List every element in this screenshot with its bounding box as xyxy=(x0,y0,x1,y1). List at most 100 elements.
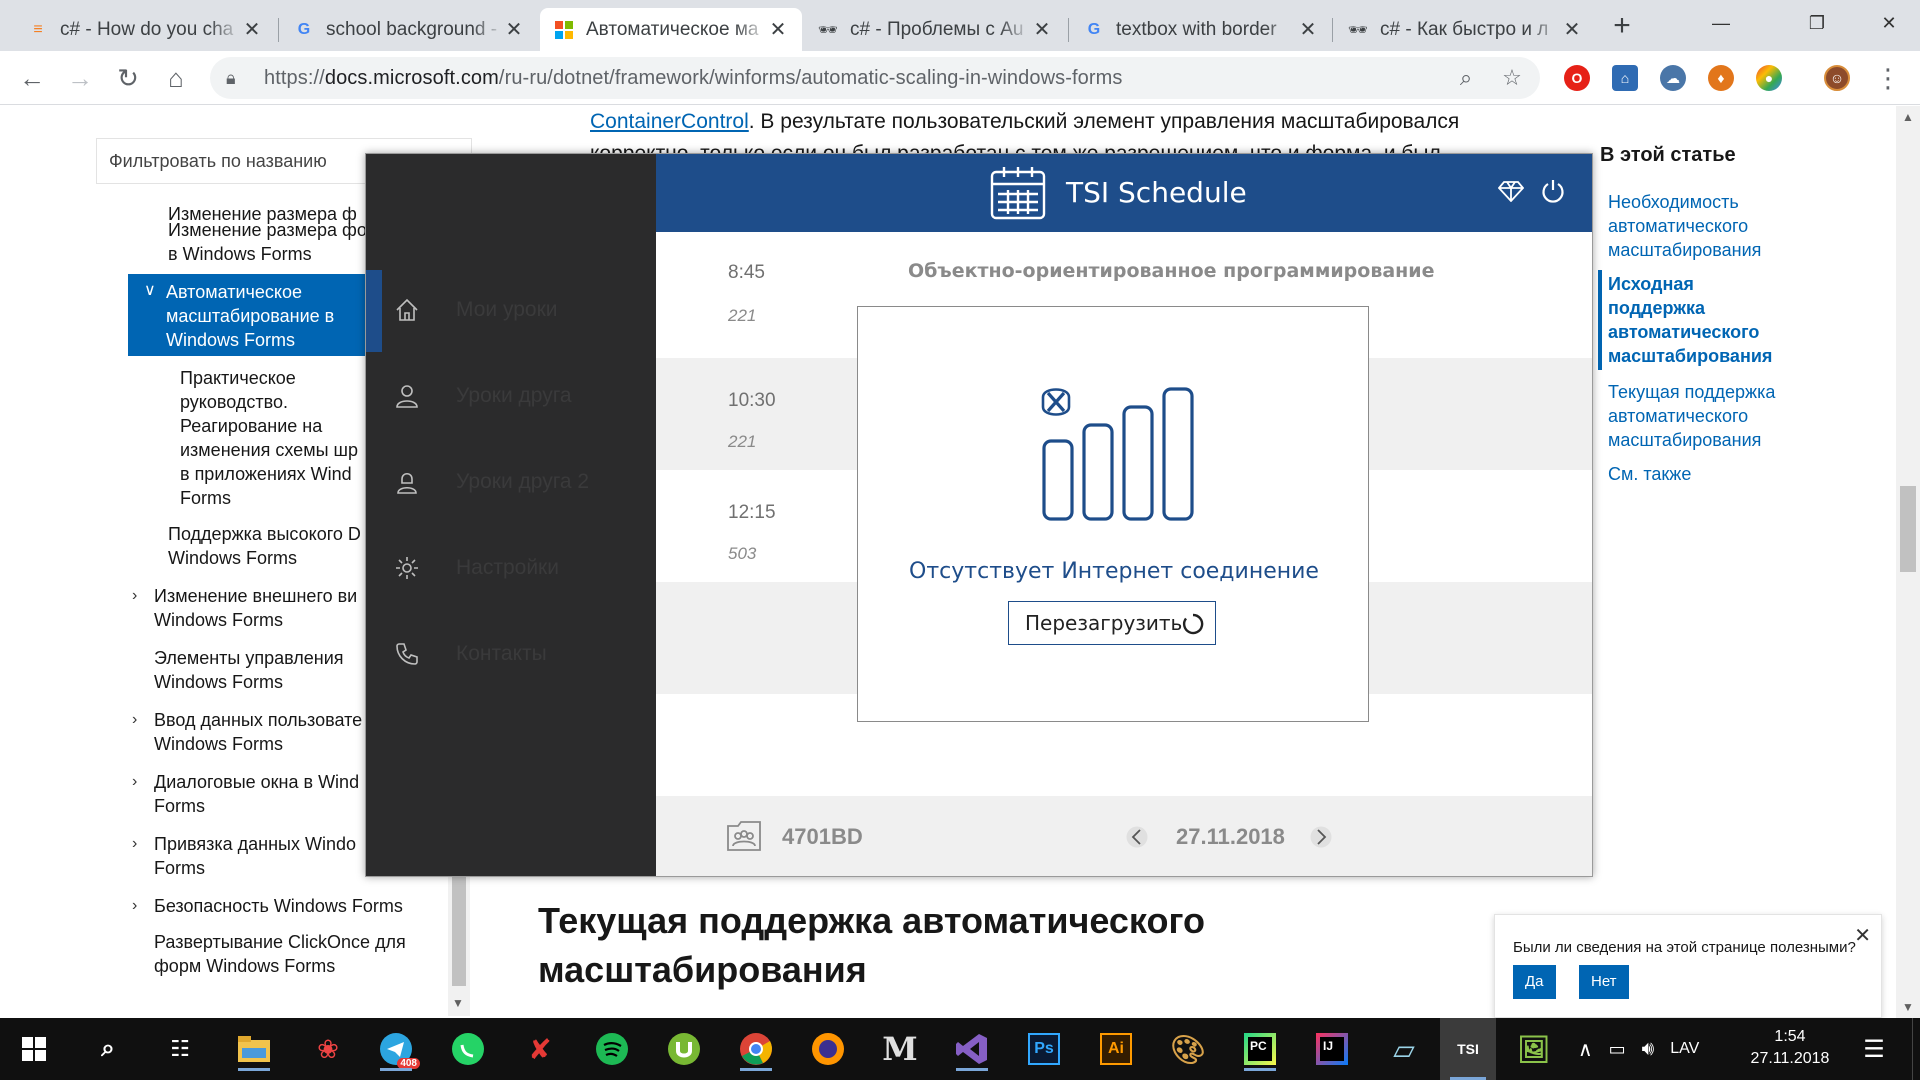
menu-item-friend-lessons-2[interactable]: Уроки друга 2 xyxy=(392,462,589,502)
gallery-app-icon[interactable]: 🖼︎ xyxy=(1512,1027,1556,1071)
notepad-app-icon[interactable]: ▱ xyxy=(1382,1027,1426,1071)
close-tab-icon[interactable]: ✕ xyxy=(504,17,524,42)
close-tab-icon[interactable]: ✕ xyxy=(768,17,788,42)
utorrent-icon[interactable] xyxy=(662,1027,706,1071)
close-tab-icon[interactable]: ✕ xyxy=(1032,17,1052,42)
paint-app-icon[interactable]: ❀ xyxy=(306,1027,350,1071)
intellij-icon[interactable]: IJ xyxy=(1310,1027,1354,1071)
tab-active-docs[interactable]: Автоматическое ма ✕ xyxy=(540,8,802,51)
nav-item-dialogs[interactable]: › Диалоговые окна в Wind Forms xyxy=(132,770,359,818)
battery-icon[interactable]: ▭ xyxy=(1609,1039,1626,1060)
nav-item-high-dpi[interactable]: Поддержка высокого D Windows Forms xyxy=(168,522,361,570)
volume-icon[interactable]: 🔊︎ xyxy=(1642,1038,1655,1061)
chevron-left-icon[interactable] xyxy=(1126,824,1148,850)
opera-icon[interactable]: O xyxy=(1564,65,1590,91)
diamond-icon[interactable] xyxy=(1498,180,1524,202)
scroll-down-arrow-icon[interactable]: ▼ xyxy=(1902,1000,1914,1014)
nav-item-security[interactable]: › Безопасность Windows Forms xyxy=(132,894,403,918)
show-desktop-button[interactable] xyxy=(1912,1018,1920,1080)
restore-button[interactable]: ❐ xyxy=(1786,0,1848,46)
clock[interactable]: 1:54 27.11.2018 xyxy=(1740,1026,1840,1070)
extension-cloud-icon[interactable]: ☁ xyxy=(1660,65,1686,91)
search-icon[interactable]: ⌕ xyxy=(86,1027,130,1071)
nav-item-font-scheme[interactable]: Практическое руководство. Реагирование н… xyxy=(180,366,358,510)
menu-item-friend-lessons[interactable]: Уроки друга xyxy=(392,376,572,416)
feedback-no-button[interactable]: Нет xyxy=(1579,965,1629,999)
page-scrollbar[interactable]: ▲ ▼ xyxy=(1896,106,1920,1018)
tab-stackoverflow[interactable]: ≡ c# - How do you cha ✕ xyxy=(14,8,276,51)
language-indicator[interactable]: LAV xyxy=(1670,1040,1699,1058)
spotify-icon[interactable] xyxy=(590,1027,634,1071)
tab-so-fast[interactable]: 🕶 c# - Как быстро и л ✕ xyxy=(1334,8,1596,51)
menu-item-settings[interactable]: Настройки xyxy=(392,548,559,588)
start-button[interactable] xyxy=(12,1027,56,1071)
file-explorer-icon[interactable] xyxy=(232,1027,276,1071)
chevron-right-icon[interactable] xyxy=(1310,824,1332,850)
notifications-icon[interactable]: ☰ xyxy=(1852,1027,1896,1071)
scrollbar-thumb[interactable] xyxy=(1900,486,1916,572)
nav-item-clickonce[interactable]: Развертывание ClickOnce для форм Windows… xyxy=(154,930,406,978)
extension-color-icon[interactable]: ● xyxy=(1756,65,1782,91)
toc-item-current-support[interactable]: Текущая поддержка автоматического масшта… xyxy=(1608,380,1775,452)
reload-button[interactable]: Перезагрузить xyxy=(1008,601,1216,645)
back-button[interactable]: ← xyxy=(14,60,50,96)
address-bar[interactable]: 🔒︎ https://docs.microsoft.com/ru-ru/dotn… xyxy=(210,57,1540,99)
tab-google-school[interactable]: G school background - ✕ xyxy=(280,8,538,51)
system-tray: ∧ ▭ 🔊︎ LAV xyxy=(1578,1018,1699,1080)
close-icon[interactable]: ✕ xyxy=(1854,923,1871,948)
nav-item-appearance[interactable]: › Изменение внешнего ви Windows Forms xyxy=(132,584,357,632)
zoom-search-icon[interactable]: ⌕ xyxy=(1454,66,1478,90)
close-tab-icon[interactable]: ✕ xyxy=(242,17,262,42)
power-icon[interactable] xyxy=(1540,178,1566,204)
nav-item-user-input[interactable]: › Ввод данных пользовате Windows Forms xyxy=(132,708,362,756)
lesson-subject: Объектно-ориентированное программировани… xyxy=(908,260,1435,282)
tab-so-problems[interactable]: 🕶 c# - Проблемы с Au ✕ xyxy=(804,8,1066,51)
menu-item-my-lessons[interactable]: Мои уроки xyxy=(392,290,558,330)
url-text[interactable]: https://docs.microsoft.com/ru-ru/dotnet/… xyxy=(264,67,1122,90)
photoshop-icon[interactable]: Ps xyxy=(1022,1027,1066,1071)
close-window-button[interactable]: ✕ xyxy=(1858,0,1920,46)
forward-button[interactable]: → xyxy=(62,60,98,96)
illustrator-icon[interactable]: Ai xyxy=(1094,1027,1138,1071)
minimize-button[interactable]: — xyxy=(1690,0,1752,46)
visual-studio-icon[interactable] xyxy=(950,1027,994,1071)
containercontrol-link[interactable]: ContainerControl xyxy=(590,110,749,133)
mendeley-m-icon[interactable]: M xyxy=(878,1027,922,1071)
new-tab-button[interactable]: + xyxy=(1604,8,1640,44)
toc-item-see-also[interactable]: См. также xyxy=(1608,462,1691,486)
nav-item-controls[interactable]: Элементы управления Windows Forms xyxy=(154,646,344,694)
tab-google-textbox[interactable]: G textbox with border ✕ xyxy=(1070,8,1332,51)
show-hidden-icons-chevron-up-icon[interactable]: ∧ xyxy=(1578,1037,1593,1062)
pycharm-icon[interactable]: PC xyxy=(1238,1027,1282,1071)
glasses-icon: 🕶 xyxy=(1347,21,1369,39)
firefox-icon[interactable] xyxy=(806,1027,850,1071)
ccleaner-icon[interactable]: ✘ xyxy=(518,1027,562,1071)
calendar-icon xyxy=(990,167,1046,220)
nav-item-active-autoscaling[interactable]: ∨ Автоматическое масштабирование в Windo… xyxy=(128,274,390,356)
menu-item-contacts[interactable]: Контакты xyxy=(392,634,547,674)
reload-button[interactable]: ↻ xyxy=(110,60,146,96)
tsi-app-taskbar-button[interactable]: TSI xyxy=(1440,1018,1496,1080)
close-tab-icon[interactable]: ✕ xyxy=(1298,17,1318,42)
feedback-yes-button[interactable]: Да xyxy=(1513,965,1556,999)
app-footer: 4701BD 27.11.2018 xyxy=(656,796,1592,876)
toc-item-original-support[interactable]: Исходная поддержка автоматического масшт… xyxy=(1608,272,1772,368)
home-button[interactable]: ⌂ xyxy=(158,60,194,96)
bookmark-star-icon[interactable]: ☆ xyxy=(1500,66,1524,90)
metamask-icon[interactable]: ♦ xyxy=(1708,65,1734,91)
task-view-icon[interactable]: ☷ xyxy=(158,1027,202,1071)
whatsapp-icon[interactable] xyxy=(446,1027,490,1071)
nav-item-data-binding[interactable]: › Привязка данных Windo Forms xyxy=(132,832,356,880)
nav-item-resize[interactable]: Изменение размера фо в Windows Forms xyxy=(168,218,367,266)
chrome-icon[interactable] xyxy=(734,1027,778,1071)
toc-item-necessity[interactable]: Необходимость автоматического масштабиро… xyxy=(1608,190,1761,262)
scroll-up-arrow-icon[interactable]: ▲ xyxy=(1902,110,1914,124)
browser-menu-icon[interactable]: ⋮ xyxy=(1870,60,1906,96)
close-tab-icon[interactable]: ✕ xyxy=(1562,17,1582,42)
paint-palette-icon[interactable]: 🎨︎ xyxy=(1166,1027,1210,1071)
extension-blue-icon[interactable]: ⌂ xyxy=(1612,65,1638,91)
scroll-down-arrow-icon[interactable]: ▼ xyxy=(452,996,464,1010)
profile-avatar[interactable]: ☺ xyxy=(1824,65,1850,91)
telegram-icon[interactable]: 408 xyxy=(374,1027,420,1071)
nav-item-label: Реагирование на xyxy=(180,416,323,436)
